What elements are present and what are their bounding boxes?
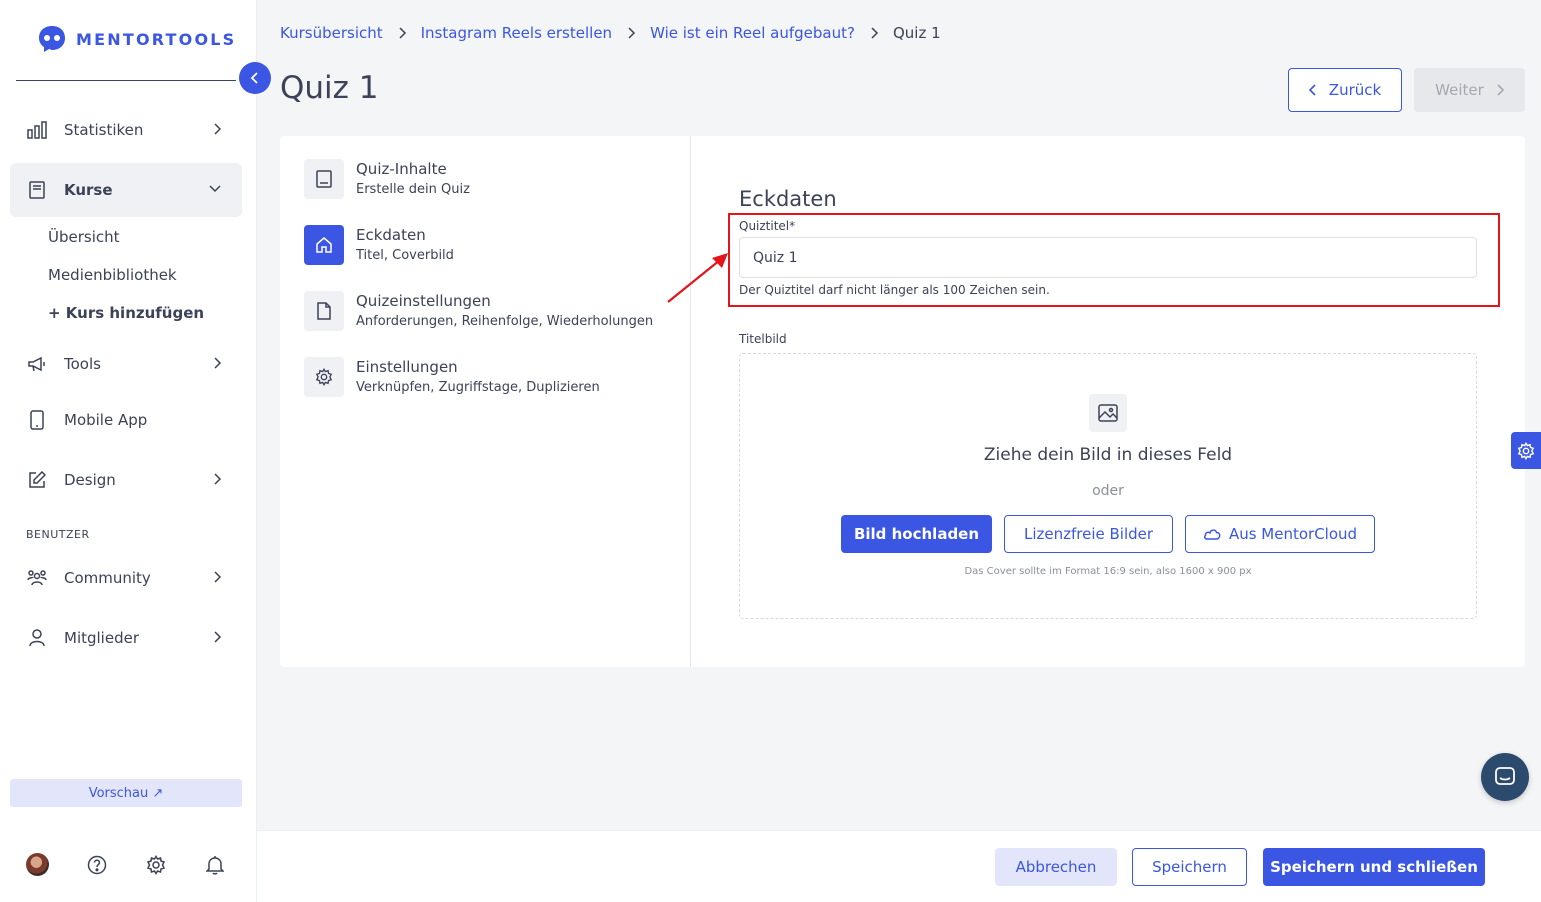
chevron-down-icon [209,185,221,193]
chevron-right-icon [214,571,222,583]
sidebar-item-label: Statistiken [64,121,144,139]
back-button[interactable]: Zurück [1288,68,1402,112]
sidebar-item-tools[interactable]: Tools [10,338,242,390]
book-icon [26,179,48,201]
home-icon [304,225,344,265]
step-quizeinstellungen[interactable]: Quizeinstellungen Anforderungen, Reihenf… [304,291,653,333]
cancel-button[interactable]: Abbrechen [995,848,1117,886]
breadcrumb-current: Quiz 1 [892,24,941,42]
users-icon [26,567,48,589]
annotation-highlight-box [728,213,1500,307]
image-dropzone[interactable]: Ziehe dein Bild in dieses Feld oder Bild… [739,353,1477,619]
step-subtitle: Verknüpfen, Zugriffstage, Duplizieren [356,380,600,395]
chevron-right-icon [214,357,222,369]
sidebar-item-statistiken[interactable]: Statistiken [10,104,242,156]
sidebar-item-mobile-app[interactable]: Mobile App [10,394,242,446]
step-quiz-inhalte[interactable]: Quiz-Inhalte Erstelle dein Quiz [304,159,470,201]
sidebar: MENTORTOOLS Statistiken Kurse Übersicht … [0,0,257,902]
cover-image-label: Titelbild [739,332,787,346]
sidebar-item-label: Community [64,569,151,587]
cloud-icon [1203,529,1221,540]
step-eckdaten[interactable]: Eckdaten Titel, Coverbild [304,225,454,267]
logo[interactable]: MENTORTOOLS [36,24,236,54]
avatar[interactable] [26,853,49,876]
book-icon [304,159,344,199]
chevron-right-icon [1497,84,1504,96]
step-title: Quizeinstellungen [356,292,491,310]
edit-icon [26,469,48,491]
page-title: Quiz 1 [280,70,379,106]
mentortools-logo-icon [39,26,65,52]
section-label-benutzer: BENUTZER [26,528,90,541]
gear-icon[interactable] [144,853,167,876]
cover-format-note: Das Cover sollte im Format 16:9 sein, al… [964,566,1252,577]
sidebar-item-label: Tools [64,355,101,373]
preview-button[interactable]: Vorschau ↗ [10,779,242,807]
bar-chart-icon [26,119,48,141]
dropzone-or: oder [1092,483,1124,499]
breadcrumb-link-course[interactable]: Instagram Reels erstellen [421,24,612,42]
image-icon [1089,394,1127,432]
user-icon [26,627,48,649]
collapse-sidebar-button[interactable] [239,62,271,94]
sidebar-item-kurse[interactable]: Kurse [10,163,242,217]
step-einstellungen[interactable]: Einstellungen Verknüpfen, Zugriffstage, … [304,357,600,399]
sidebar-item-design[interactable]: Design [10,454,242,506]
chevron-right-icon [214,473,222,485]
brand-name: MENTORTOOLS [76,29,237,49]
chevron-right-icon [871,27,879,39]
step-subtitle: Anforderungen, Reihenfolge, Wiederholung… [356,314,654,329]
logo-divider [16,80,236,81]
breadcrumb-link-lesson[interactable]: Wie ist ein Reel aufgebaut? [650,24,855,42]
back-button-label: Zurück [1328,81,1382,99]
chevron-left-icon [1308,84,1316,96]
section-title: Eckdaten [739,187,837,211]
sidebar-item-community[interactable]: Community [10,552,242,604]
document-icon [304,291,344,331]
megaphone-icon [26,353,48,375]
next-button-label: Weiter [1435,81,1484,99]
chevron-right-icon [399,27,406,39]
step-title: Einstellungen [356,358,458,376]
card-divider [690,136,691,667]
help-icon[interactable] [85,853,108,876]
free-images-button[interactable]: Lizenzfreie Bilder [1004,515,1173,553]
breadcrumb-link-kursuebersicht[interactable]: Kursübersicht [280,24,383,42]
gear-icon [304,357,344,397]
step-subtitle: Titel, Coverbild [356,248,454,263]
next-button[interactable]: Weiter [1414,68,1525,112]
breadcrumb: Kursübersicht Instagram Reels erstellen … [280,24,941,42]
chevron-right-icon [214,631,222,643]
chat-icon [1495,767,1515,785]
mentorcloud-button[interactable]: Aus MentorCloud [1185,515,1375,553]
sidebar-item-label: Mitglieder [64,629,139,647]
sidebar-item-mitglieder[interactable]: Mitglieder [10,612,242,664]
sidebar-subitem-kurs-hinzufuegen[interactable]: + Kurs hinzufügen [48,304,204,322]
phone-icon [26,409,48,431]
bell-icon[interactable] [203,853,226,876]
step-title: Eckdaten [356,226,426,244]
chevron-left-icon [250,72,258,84]
sidebar-subitem-medienbibliothek[interactable]: Medienbibliothek [48,266,177,284]
chevron-right-icon [628,27,636,39]
dropzone-title: Ziehe dein Bild in dieses Feld [983,445,1233,465]
chevron-right-icon [214,123,222,135]
chat-support-button[interactable] [1481,753,1529,801]
save-button[interactable]: Speichern [1132,848,1247,886]
footer-action-bar: Abbrechen Speichern Speichern und schlie… [257,830,1541,902]
settings-side-tab[interactable] [1511,432,1541,469]
sidebar-item-label: Kurse [64,181,113,199]
save-and-close-button[interactable]: Speichern und schließen [1263,848,1485,886]
quiz-editor-card: Quiz-Inhalte Erstelle dein Quiz Eckdaten… [280,136,1525,667]
sidebar-bottom-icons [26,853,226,876]
upload-image-button[interactable]: Bild hochladen [841,515,992,553]
sidebar-item-label: Design [64,471,116,489]
sidebar-subitem-uebersicht[interactable]: Übersicht [48,228,120,246]
gear-icon [1517,441,1535,460]
mentorcloud-button-label: Aus MentorCloud [1228,525,1358,543]
annotation-arrow-icon [667,253,728,303]
step-subtitle: Erstelle dein Quiz [356,182,470,197]
sidebar-item-label: Mobile App [64,411,148,429]
step-title: Quiz-Inhalte [356,160,447,178]
